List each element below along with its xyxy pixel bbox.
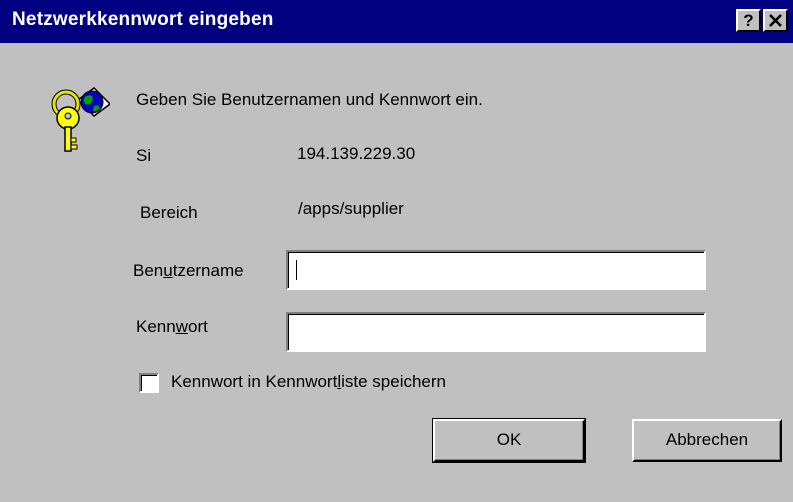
window-title: Netzwerkkennwort eingeben (12, 9, 274, 30)
password-label-accel: w (175, 317, 188, 336)
help-button[interactable]: ? (736, 9, 761, 32)
save-password-label[interactable]: Kennwort in Kennwortliste speichern (171, 372, 446, 392)
close-icon (769, 14, 782, 27)
username-input[interactable] (286, 250, 706, 290)
site-label: Si (136, 146, 152, 165)
password-label: Kennwort (136, 317, 208, 337)
text-caret (296, 260, 297, 280)
site-value: 194.139.229.30 (297, 144, 416, 163)
title-bar[interactable]: Netzwerkkennwort eingeben ? (0, 0, 793, 43)
username-label: Benutzername (133, 261, 244, 281)
realm-value: /apps/supplier (298, 199, 404, 218)
username-label-post: tzername (172, 261, 244, 280)
ok-button[interactable]: OK (432, 418, 586, 463)
save-label-post: iste speichern (341, 372, 446, 391)
save-label-pre: Kennwort in Kennwort (171, 372, 338, 391)
username-label-pre: Ben (133, 261, 164, 280)
network-password-dialog: Netzwerkkennwort eingeben ? Geben Sie Be… (0, 0, 793, 502)
close-button[interactable] (763, 9, 788, 32)
dialog-prompt: Geben Sie Benutzernamen und Kennwort ein… (136, 90, 483, 109)
save-password-checkbox[interactable] (139, 373, 159, 393)
cancel-button[interactable]: Abbrechen (632, 419, 782, 462)
password-label-post: ort (187, 317, 208, 336)
password-label-pre: Kenn (136, 317, 176, 336)
realm-label: Bereich (140, 203, 198, 222)
username-label-accel: u (163, 261, 173, 280)
password-input[interactable] (286, 312, 706, 352)
keys-globe-icon (51, 87, 110, 152)
